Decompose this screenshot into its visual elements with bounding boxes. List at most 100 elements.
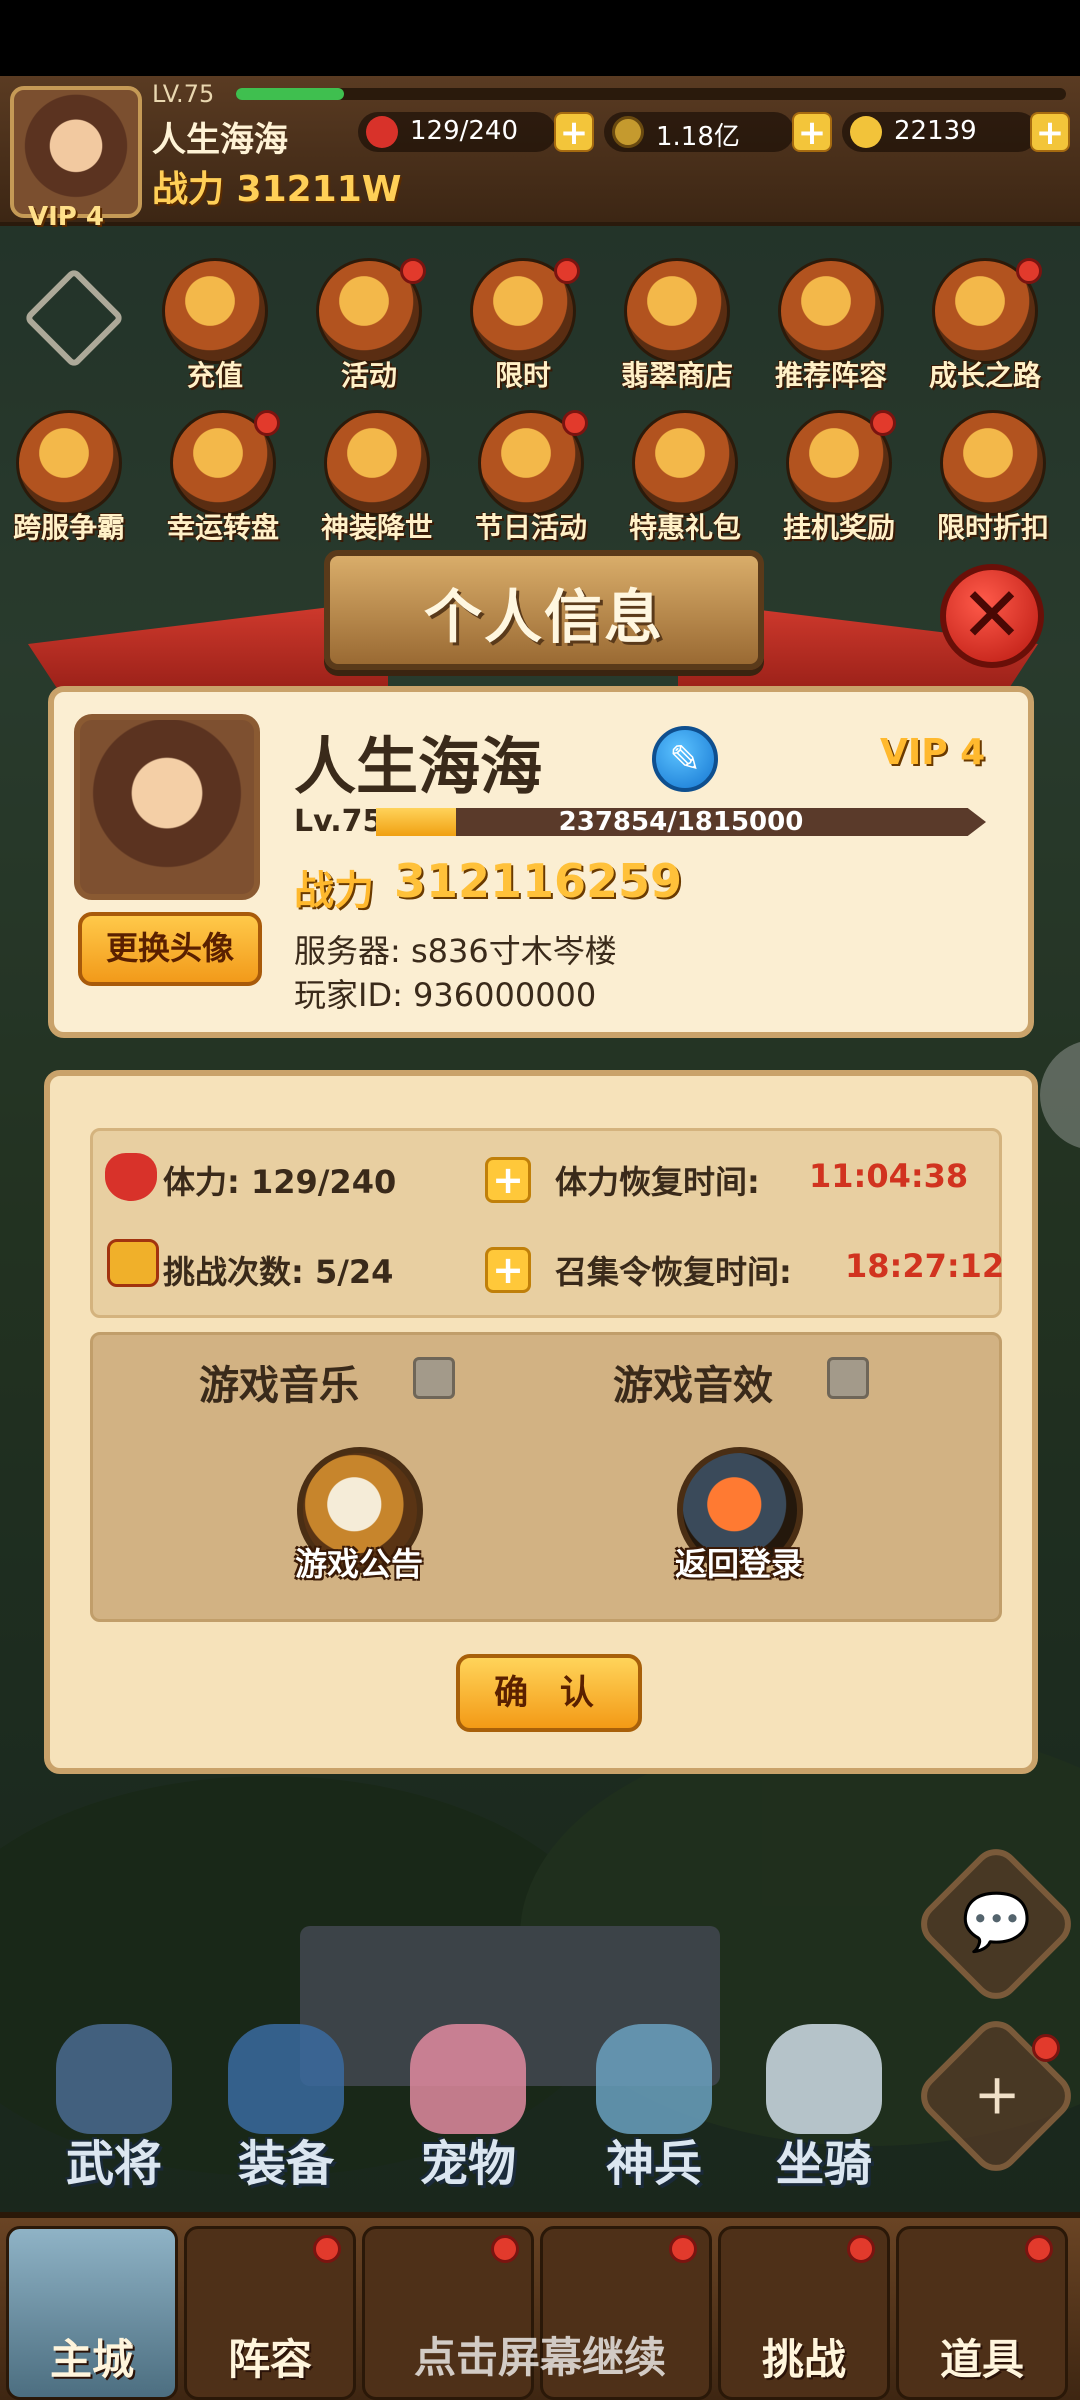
nav-pets[interactable]: 宠物 (388, 2024, 548, 2194)
heart-icon (105, 1153, 157, 1201)
nav-label: 神兵 (605, 2136, 702, 2192)
activity-cross-server[interactable]: 跨服争霸 (4, 410, 134, 560)
stamina-value: 129/240 (410, 116, 519, 146)
activity-lucky-wheel[interactable]: 幸运转盘 (158, 410, 288, 560)
nav-generals[interactable]: 武将 (34, 2024, 194, 2194)
stamina-resource: 129/240 (358, 112, 556, 152)
activity-growth-road[interactable]: 成长之路 (920, 258, 1050, 408)
activity-divine-gear[interactable]: 神装降世 (312, 410, 442, 560)
coin-icon (612, 116, 644, 148)
gold-value: 1.18亿 (656, 122, 740, 152)
recharge-icon (162, 258, 268, 364)
sound-settings-box: 游戏音乐 游戏音效 游戏公告 返回登录 (90, 1332, 1002, 1622)
stamina-recover-time: 11:04:38 (809, 1157, 969, 1195)
hud-player-name: 人生海海 (152, 120, 288, 160)
notification-dot (1016, 258, 1042, 284)
activity-limited[interactable]: 限时 (458, 258, 588, 408)
ingot-icon (850, 116, 882, 148)
activity-label: 充值 (186, 359, 243, 392)
pets-icon (410, 2024, 526, 2134)
notification-dot (847, 2235, 875, 2263)
activity-label: 成长之路 (928, 359, 1041, 392)
server-info: 服务器: s836寸木岑楼 (294, 932, 617, 970)
challenge-label: 挑战次数: 5/24 (163, 1253, 394, 1291)
exp-text: 237854/1815000 (558, 807, 804, 837)
activity-special-pack[interactable]: 特惠礼包 (620, 410, 750, 560)
divine-gear-icon (324, 410, 430, 516)
hud-avatar[interactable] (10, 86, 142, 218)
player-name: 人生海海 (294, 730, 543, 803)
power-value: 312116259 (394, 854, 683, 908)
player-id: 玩家ID: 936000000 (294, 976, 597, 1014)
add-gold-button[interactable]: + (792, 112, 832, 152)
settings-panel: 体力: 129/240 + 体力恢复时间: 11:04:38 挑战次数: 5/2… (44, 1070, 1038, 1774)
dialog-title-plate: 个人信息 (324, 550, 764, 670)
tap-to-continue-hint: 点击屏幕继续 (413, 2333, 666, 2382)
notification-dot (254, 410, 280, 436)
hud-xp-bar (236, 88, 1066, 100)
add-stamina-button[interactable]: + (554, 112, 594, 152)
activity-label: 限时折扣 (936, 511, 1049, 544)
generals-icon (56, 2024, 172, 2134)
change-avatar-button[interactable]: 更换头像 (78, 912, 262, 986)
sound-checkbox[interactable] (827, 1357, 869, 1399)
profile-card: 更换头像 人生海海 ✎ VIP 4 Lv.75 237854/1815000 战… (48, 686, 1034, 1038)
gem-resource: 22139 (842, 112, 1038, 152)
confirm-button[interactable]: 确 认 (456, 1654, 642, 1732)
activity-holiday-event[interactable]: 节日活动 (466, 410, 596, 560)
heart-icon (366, 116, 398, 148)
notification-dot (870, 410, 896, 436)
activity-label: 限时 (494, 359, 551, 392)
close-button[interactable]: ✕ (940, 564, 1044, 668)
stamina-recover-label: 体力恢复时间: (555, 1163, 760, 1201)
vip-badge: VIP 4 (880, 732, 986, 773)
special-pack-icon (632, 410, 738, 516)
notification-dot (562, 410, 588, 436)
gold-resource: 1.18亿 (604, 112, 794, 152)
activity-limited-discount[interactable]: 限时折扣 (928, 410, 1058, 560)
activity-label: 挂机奖励 (782, 511, 895, 544)
activity-label: 节日活动 (474, 511, 587, 544)
add-challenge-button[interactable]: + (485, 1247, 531, 1293)
player-level: Lv.75 (294, 804, 384, 839)
hud-xp-fill (236, 88, 344, 100)
stamina-label: 体力: 129/240 (163, 1163, 397, 1201)
nav-mounts[interactable]: 坐骑 (744, 2024, 904, 2194)
stats-box: 体力: 129/240 + 体力恢复时间: 11:04:38 挑战次数: 5/2… (90, 1128, 1005, 1318)
nav-label: 装备 (237, 2136, 334, 2192)
add-stamina-button[interactable]: + (485, 1157, 531, 1203)
announcement-button[interactable]: 游戏公告 (259, 1539, 459, 1585)
activity-event[interactable]: 活动 (304, 258, 434, 408)
limited-discount-icon (940, 410, 1046, 516)
notification-dot (669, 2235, 697, 2263)
hud-power: 战力 31211W (152, 169, 402, 210)
activity-label: 幸运转盘 (166, 511, 279, 544)
hud-level: LV.75 (152, 80, 215, 108)
add-gems-button[interactable]: + (1030, 112, 1070, 152)
music-checkbox[interactable] (413, 1357, 455, 1399)
activity-recommend-lineup[interactable]: 推荐阵容 (766, 258, 896, 408)
activity-label: 特惠礼包 (628, 511, 741, 544)
activity-label: 跨服争霸 (12, 511, 125, 544)
equipment-icon (228, 2024, 344, 2134)
challenge-ticket-icon (107, 1239, 159, 1287)
activity-label: 翡翠商店 (620, 359, 733, 392)
back-to-login-button[interactable]: 返回登录 (639, 1539, 839, 1585)
hud-vip-badge: VIP 4 (28, 202, 104, 232)
notification-dot (554, 258, 580, 284)
activity-label: 活动 (340, 359, 397, 392)
activity-jade-shop[interactable]: 翡翠商店 (612, 258, 742, 408)
summon-recover-label: 召集令恢复时间: (555, 1253, 792, 1291)
chat-icon: 💬 (961, 1890, 1032, 1956)
nav-weapons[interactable]: 神兵 (574, 2024, 734, 2194)
nav-equipment[interactable]: 装备 (206, 2024, 366, 2194)
player-avatar[interactable] (74, 714, 260, 900)
cross-server-icon (16, 410, 122, 516)
mounts-icon (766, 2024, 882, 2134)
activity-idle-reward[interactable]: 挂机奖励 (774, 410, 904, 560)
power-label: 战力 (294, 868, 374, 914)
summon-recover-time: 18:27:12 (845, 1247, 1005, 1285)
edit-name-icon[interactable]: ✎ (652, 726, 718, 792)
weapons-icon (596, 2024, 712, 2134)
activity-recharge[interactable]: 充值 (150, 258, 280, 408)
